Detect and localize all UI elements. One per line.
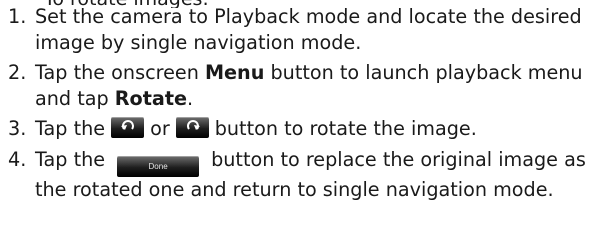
done-button[interactable]: Done — [117, 155, 200, 177]
step-2-number: 2. — [8, 61, 27, 84]
step-3-number: 3. — [8, 117, 27, 140]
rotate-right-button[interactable] — [175, 117, 209, 138]
step-3-text-after: button to rotate the image. — [214, 117, 477, 140]
rotate-label: Rotate — [114, 86, 188, 110]
step-1-text: Set the camera to Playback mode and loca… — [35, 5, 582, 54]
step-1: 1. Set the camera to Playback mode and l… — [8, 4, 608, 55]
step-2-text-end: . — [187, 86, 194, 110]
menu-label: Menu — [204, 61, 265, 84]
step-3-body: Tap the or button to rotate the image. — [35, 116, 608, 142]
step-1-number: 1. — [8, 5, 27, 28]
step-4-number: 4. — [8, 147, 27, 171]
step-3-text-before: Tap the — [35, 117, 106, 140]
step-3-text-or: or — [150, 117, 170, 140]
step-2: 2. Tap the onscreen Menu button to launc… — [8, 60, 608, 111]
step-2-body: Tap the onscreen Menu button to launch p… — [35, 60, 608, 111]
step-4: 4. Tap the Done button to replace the orig… — [8, 147, 608, 203]
rotate-left-icon — [121, 120, 135, 130]
step-3: 3. Tap the or button to rotate the image. — [8, 116, 608, 142]
rotate-right-icon — [186, 120, 200, 130]
rotate-left-button[interactable] — [111, 117, 145, 138]
step-2-text-before: Tap the onscreen — [35, 61, 205, 84]
instruction-steps: 1. Set the camera to Playback mode and l… — [8, 4, 608, 207]
step-4-text-before: Tap the — [35, 147, 106, 171]
step-4-body: Tap the Done button to replace the origina… — [35, 147, 608, 203]
